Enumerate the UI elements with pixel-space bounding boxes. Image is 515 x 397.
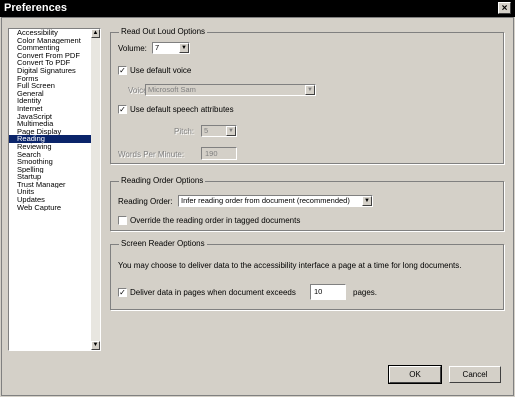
cancel-button[interactable]: Cancel [449, 366, 501, 383]
sidebar-item-multimedia[interactable]: Multimedia [9, 120, 91, 128]
scroll-up-icon[interactable]: ▲ [91, 29, 100, 38]
use-default-speech-label: Use default speech attributes [130, 105, 234, 114]
sidebar-item-identity[interactable]: Identity [9, 97, 91, 105]
sidebar-item-spelling[interactable]: Spelling [9, 166, 91, 174]
deliver-pages-label: Deliver data in pages when document exce… [130, 288, 296, 297]
chevron-down-icon: ▼ [305, 85, 315, 95]
title-bar: Preferences × [0, 0, 515, 17]
sidebar-item-full-screen[interactable]: Full Screen [9, 82, 91, 90]
screen-reader-legend: Screen Reader Options [119, 239, 207, 248]
use-default-speech-checkbox[interactable]: ✓ [118, 105, 127, 114]
voice-select[interactable]: Microsoft Sam ▼ [145, 84, 316, 96]
pitch-label: Pitch: [174, 127, 195, 136]
pages-suffix-label: pages. [353, 288, 378, 297]
use-default-voice-checkbox[interactable]: ✓ [118, 66, 127, 75]
chevron-down-icon: ▼ [179, 43, 189, 53]
sidebar-item-reviewing[interactable]: Reviewing [9, 143, 91, 151]
sidebar-item-accessibility[interactable]: Accessibility [9, 29, 91, 37]
use-default-voice-label: Use default voice [130, 66, 192, 75]
words-per-minute-label: Words Per Minute: [118, 150, 185, 159]
sidebar-item-forms[interactable]: Forms [9, 75, 91, 83]
sidebar-item-convert-from-pdf[interactable]: Convert From PDF [9, 52, 91, 60]
categories-scrollbar[interactable]: ▲ ▼ [91, 29, 100, 350]
volume-label: Volume: [118, 44, 147, 53]
chevron-down-icon: ▼ [362, 196, 372, 206]
volume-select[interactable]: 7 ▼ [152, 42, 190, 54]
pitch-value: 5 [204, 126, 209, 135]
reading-order-value: Infer reading order from document (recom… [181, 196, 350, 205]
sidebar-item-internet[interactable]: Internet [9, 105, 91, 113]
check-icon: ✓ [119, 105, 126, 114]
scroll-down-icon[interactable]: ▼ [91, 341, 100, 350]
sidebar-item-reading[interactable]: Reading [9, 135, 91, 143]
sidebar-item-color-management[interactable]: Color Management [9, 37, 91, 45]
sidebar-item-commenting[interactable]: Commenting [9, 44, 91, 52]
read-out-loud-legend: Read Out Loud Options [119, 27, 208, 36]
sidebar-item-units[interactable]: Units [9, 188, 91, 196]
sidebar-item-trust-manager[interactable]: Trust Manager [9, 181, 91, 189]
sidebar-item-general[interactable]: General [9, 90, 91, 98]
categories-list[interactable]: Accessibility Color Management Commenting C… [8, 28, 101, 351]
chevron-down-icon: ▼ [226, 126, 236, 136]
sidebar-item-web-capture[interactable]: Web Capture [9, 204, 91, 212]
categories-items: Accessibility Color Management Commenting C… [9, 29, 91, 211]
screen-reader-description: You may choose to deliver data to the ac… [118, 261, 462, 270]
check-icon: ✓ [119, 66, 126, 75]
override-reading-order-checkbox[interactable] [118, 216, 127, 225]
close-icon[interactable]: × [498, 2, 511, 14]
sidebar-item-updates[interactable]: Updates [9, 196, 91, 204]
sidebar-item-javascript[interactable]: JavaScript [9, 113, 91, 121]
sidebar-item-smoothing[interactable]: Smoothing [9, 158, 91, 166]
window-title: Preferences [4, 2, 67, 14]
pages-threshold-field[interactable]: 10 [310, 284, 346, 300]
words-per-minute-field[interactable]: 190 [201, 147, 237, 160]
sidebar-item-convert-to-pdf[interactable]: Convert To PDF [9, 59, 91, 67]
sidebar-item-startup[interactable]: Startup [9, 173, 91, 181]
override-reading-order-label: Override the reading order in tagged doc… [130, 216, 301, 225]
voice-value: Microsoft Sam [148, 85, 196, 94]
reading-order-label: Reading Order: [118, 197, 173, 206]
ok-button[interactable]: OK [388, 365, 442, 384]
sidebar-item-page-display[interactable]: Page Display [9, 128, 91, 136]
volume-value: 7 [155, 43, 160, 52]
pitch-select[interactable]: 5 ▼ [201, 125, 237, 137]
sidebar-item-search[interactable]: Search [9, 151, 91, 159]
screen-reader-group: Screen Reader Options [110, 239, 504, 310]
deliver-pages-checkbox[interactable]: ✓ [118, 288, 127, 297]
reading-order-legend: Reading Order Options [119, 176, 206, 185]
check-icon: ✓ [119, 288, 126, 297]
sidebar-item-digital-signatures[interactable]: Digital Signatures [9, 67, 91, 75]
reading-order-select[interactable]: Infer reading order from document (recom… [178, 195, 373, 207]
